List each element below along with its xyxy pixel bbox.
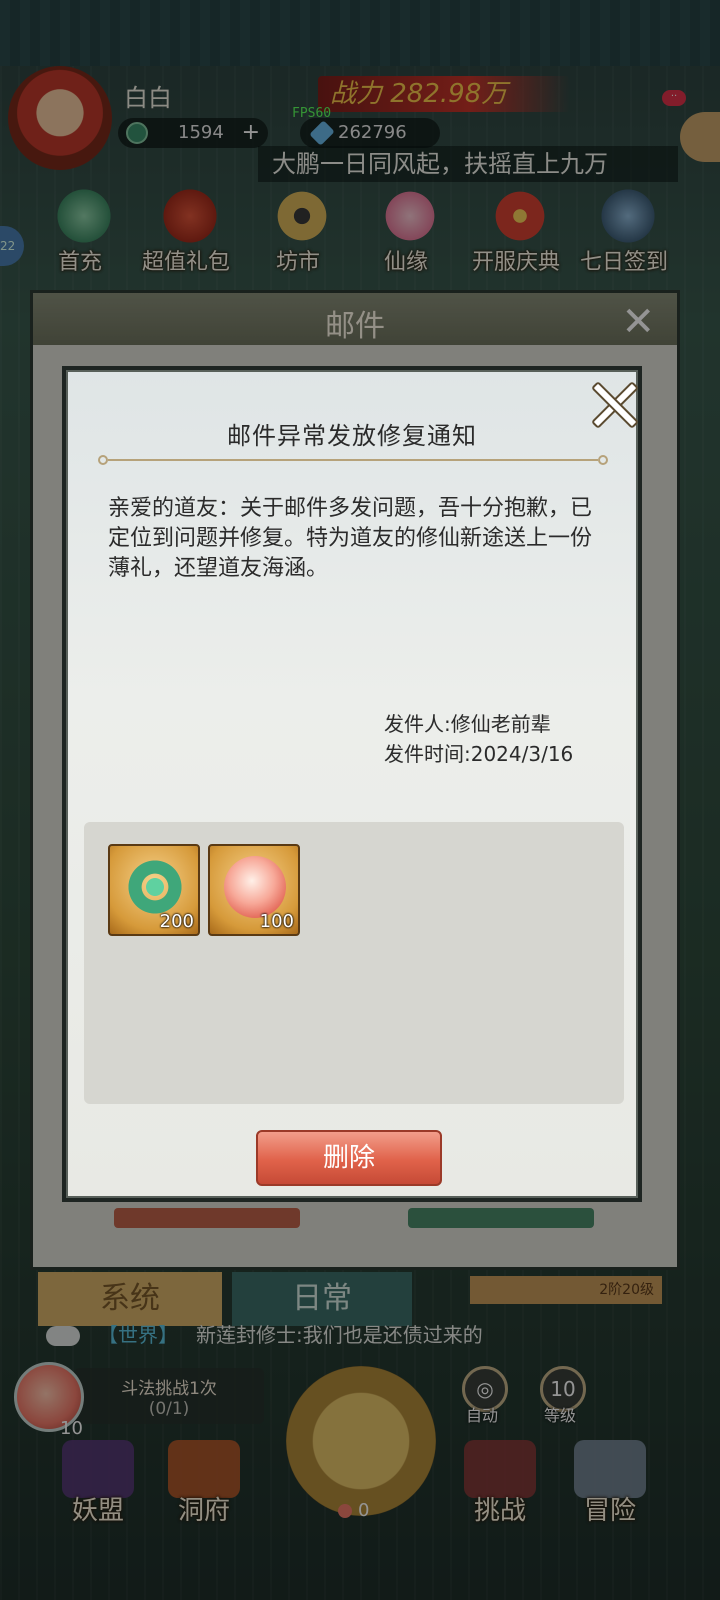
mail-title: 邮件异常发放修复通知 — [227, 422, 477, 450]
item-count: 200 — [159, 911, 194, 932]
delete-button[interactable]: 删除 — [256, 1130, 442, 1186]
item-count: 100 — [259, 911, 294, 932]
mail-sender: 发件人:修仙老前辈 — [384, 712, 551, 736]
jade-ring-icon — [124, 856, 186, 918]
attachment-item[interactable]: 100 — [208, 844, 300, 936]
divider-knot-left — [98, 455, 108, 465]
peach-icon — [224, 856, 286, 918]
divider-line — [108, 459, 598, 461]
title-divider — [98, 454, 608, 466]
divider-knot-right — [598, 455, 608, 465]
mail-body: 亲爱的道友：关于邮件多发问题，吾十分抱歉，已定位到问题并修复。特为道友的修仙新途… — [108, 496, 593, 581]
mail-send-time: 发件时间:2024/3/16 — [384, 742, 574, 766]
attachment-item[interactable]: 200 — [108, 844, 200, 936]
